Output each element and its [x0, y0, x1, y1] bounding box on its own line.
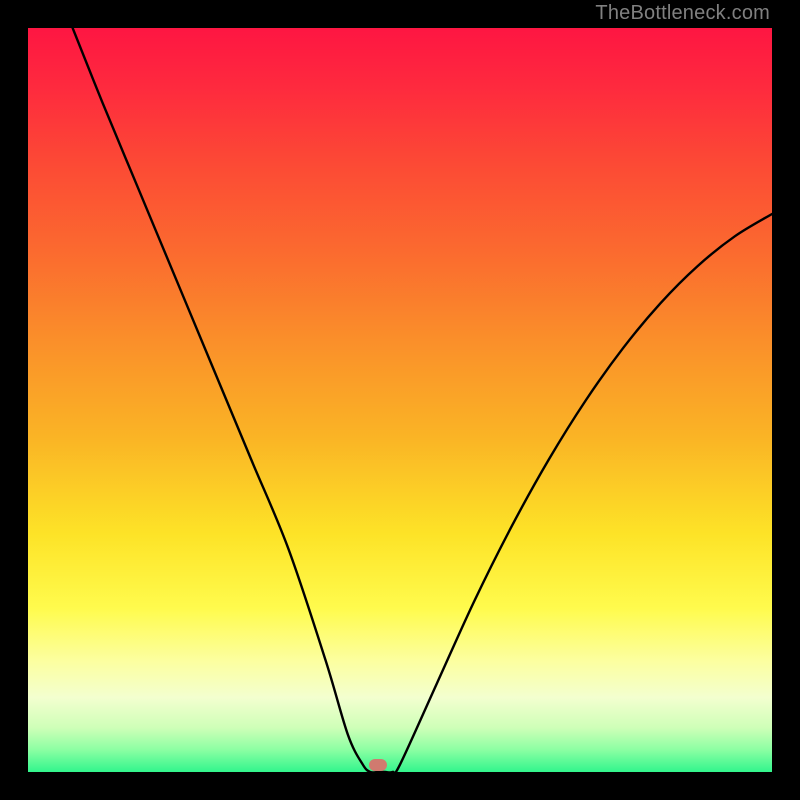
- chart-frame: TheBottleneck.com: [0, 0, 800, 800]
- bottleneck-curve: [28, 28, 772, 772]
- optimum-marker: [369, 759, 387, 771]
- watermark-text: TheBottleneck.com: [595, 2, 770, 25]
- plot-area: [28, 28, 772, 772]
